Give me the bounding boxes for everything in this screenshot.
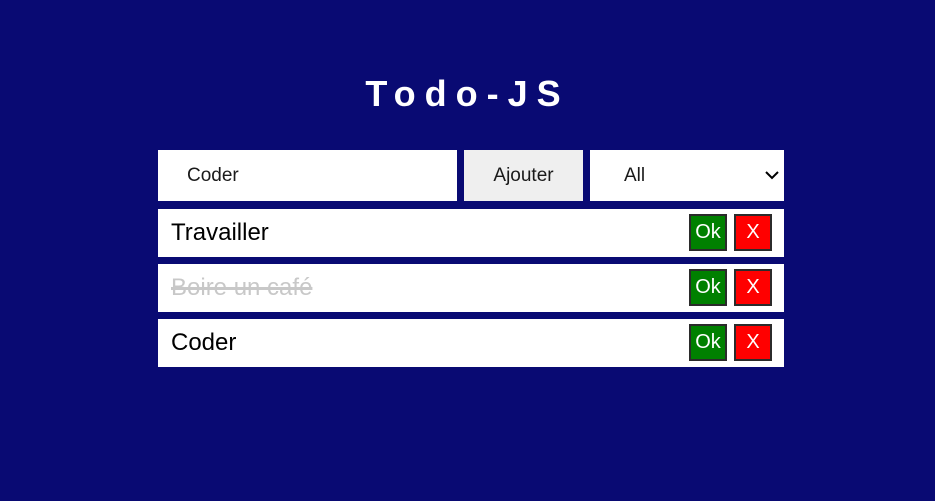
todo-item: Boire un café Ok X [158, 264, 784, 312]
add-button[interactable]: Ajouter [464, 150, 583, 201]
todo-item: Travailler Ok X [158, 209, 784, 257]
todo-text-completed: Boire un café [171, 274, 313, 301]
todo-form: Ajouter All [158, 150, 784, 201]
complete-button[interactable]: Ok [689, 214, 727, 251]
filter-select[interactable]: All [590, 150, 784, 201]
delete-button[interactable]: X [734, 269, 772, 306]
complete-button[interactable]: Ok [689, 269, 727, 306]
delete-button[interactable]: X [734, 324, 772, 361]
chevron-down-icon [765, 171, 779, 180]
todo-text: Travailler [171, 219, 269, 246]
filter-selected-value: All [624, 165, 646, 186]
todo-input[interactable] [158, 150, 457, 201]
todo-item: Coder Ok X [158, 319, 784, 367]
complete-button[interactable]: Ok [689, 324, 727, 361]
todo-text: Coder [171, 329, 237, 356]
todo-list: Travailler Ok X Boire un café Ok X Coder… [158, 209, 784, 374]
app-title: Todo-JS [365, 73, 570, 114]
delete-button[interactable]: X [734, 214, 772, 251]
